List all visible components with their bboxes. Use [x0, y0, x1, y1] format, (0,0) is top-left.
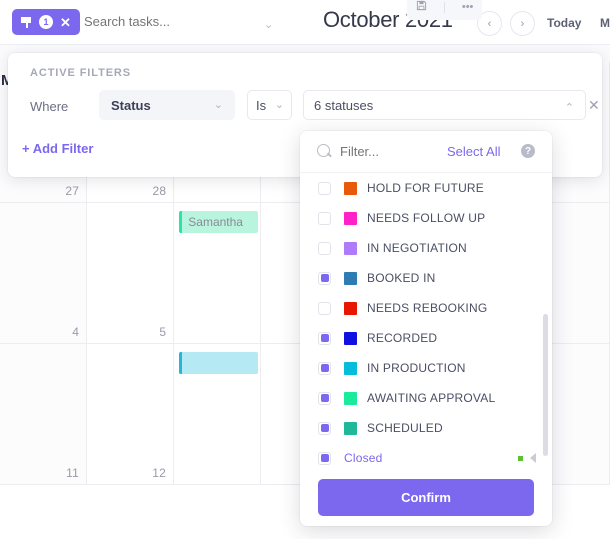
dropdown-filter-input[interactable] [338, 143, 442, 160]
status-options-dropdown: Select All ? HOLD FOR FUTURE NEEDS FOLLOW… [300, 131, 552, 526]
view-month-button[interactable]: M [600, 16, 610, 30]
status-color-swatch [344, 332, 357, 345]
filter-operator-value: Is [256, 98, 266, 113]
funnel-icon [21, 17, 32, 28]
status-option-label: RECORDED [367, 331, 437, 345]
status-option-checkbox[interactable] [318, 272, 331, 285]
select-all-button[interactable]: Select All [447, 144, 500, 159]
filter-field-value: Status [111, 98, 151, 113]
field-chevron-down-icon: ⌄ [214, 98, 223, 111]
clear-filters-icon[interactable]: ✕ [60, 16, 71, 29]
event-title: Samantha [182, 215, 243, 229]
filter-operator-select[interactable]: Is ⌄ [247, 90, 292, 120]
status-option-row[interactable]: NEEDS REBOOKING [300, 293, 552, 323]
status-color-swatch [344, 212, 357, 225]
calendar-day-number: 4 [72, 325, 79, 339]
status-color-swatch [344, 422, 357, 435]
filter-field-select[interactable]: Status ⌄ [99, 90, 235, 120]
dropdown-scrollbar-thumb[interactable] [543, 314, 548, 456]
calendar-day-cell[interactable]: Samantha [174, 203, 261, 343]
status-option-row[interactable]: BOOKED IN [300, 263, 552, 293]
where-label: Where [30, 99, 68, 114]
calendar-day-cell[interactable]: 12 [87, 344, 174, 484]
calendar-day-number: 5 [159, 325, 166, 339]
filter-toggle-button[interactable]: 1 ✕ [12, 9, 80, 35]
save-icon-svg [416, 0, 427, 11]
calendar-day-cell[interactable] [174, 344, 261, 484]
status-option-checkbox[interactable] [318, 242, 331, 255]
today-button[interactable]: Today [547, 16, 581, 30]
help-icon[interactable]: ? [521, 144, 535, 158]
add-filter-button[interactable]: + Add Filter [22, 141, 93, 156]
filter-count-badge: 1 [39, 15, 53, 29]
calendar-event[interactable]: Samantha [179, 211, 258, 233]
status-option-row[interactable]: NEEDS FOLLOW UP [300, 203, 552, 233]
status-option-row[interactable]: RECORDED [300, 323, 552, 353]
floating-mini-toolbar: ••• [407, 0, 482, 20]
calendar-day-cell[interactable]: 4 [0, 203, 87, 343]
status-color-swatch [344, 362, 357, 375]
top-toolbar: 1 ✕ ⌄ October 2021 ‹ › Today M ••• [0, 0, 610, 45]
status-option-checkbox[interactable] [318, 392, 331, 405]
status-option-row[interactable]: HOLD FOR FUTURE [300, 173, 552, 203]
status-option-row[interactable]: IN NEGOTIATION [300, 233, 552, 263]
status-color-swatch [344, 272, 357, 285]
status-option-checkbox[interactable] [318, 452, 331, 465]
status-option-row[interactable]: Closed [300, 443, 552, 473]
save-icon[interactable] [416, 0, 427, 14]
status-option-row[interactable]: IN PRODUCTION [300, 353, 552, 383]
search-chevron-down-icon[interactable]: ⌄ [264, 18, 273, 31]
next-month-button[interactable]: › [510, 11, 535, 36]
status-option-row[interactable]: AWAITING APPROVAL [300, 383, 552, 413]
status-option-label: IN NEGOTIATION [367, 241, 467, 255]
status-option-checkbox[interactable] [318, 332, 331, 345]
confirm-button[interactable]: Confirm [318, 479, 534, 516]
search-input[interactable] [82, 13, 286, 30]
calendar-day-number: 11 [66, 466, 79, 480]
value-chevron-up-icon: ⌃ [565, 101, 574, 114]
event-color-bar [179, 352, 182, 374]
search-icon [317, 144, 330, 157]
calendar-day-number: 28 [153, 184, 167, 198]
calendar-day-number: 27 [65, 184, 79, 198]
status-option-checkbox[interactable] [318, 362, 331, 375]
status-color-swatch [344, 182, 357, 195]
filter-value-text: 6 statuses [314, 98, 373, 113]
status-option-checkbox[interactable] [318, 182, 331, 195]
filter-value-select[interactable]: 6 statuses ⌃ [303, 90, 586, 120]
closed-status-indicator [518, 456, 523, 461]
status-option-label: SCHEDULED [367, 421, 443, 435]
calendar-day-cell[interactable]: 5 [87, 203, 174, 343]
dropdown-header: Select All ? [300, 131, 552, 173]
collapse-arrow-icon[interactable] [530, 453, 536, 463]
status-option-label: BOOKED IN [367, 271, 435, 285]
status-option-checkbox[interactable] [318, 422, 331, 435]
calendar-day-cell[interactable]: 11 [0, 344, 87, 484]
status-option-label: HOLD FOR FUTURE [367, 181, 484, 195]
calendar-event[interactable] [179, 352, 258, 374]
active-filters-heading: ACTIVE FILTERS [30, 67, 131, 79]
status-color-swatch [344, 302, 357, 315]
status-option-label: NEEDS REBOOKING [367, 301, 487, 315]
status-option-label: NEEDS FOLLOW UP [367, 211, 485, 225]
remove-filter-row-button[interactable]: ✕ [588, 97, 600, 114]
status-option-label: AWAITING APPROVAL [367, 391, 495, 405]
status-option-checkbox[interactable] [318, 212, 331, 225]
toolbar-divider [444, 2, 445, 13]
more-options-icon[interactable]: ••• [462, 1, 474, 13]
status-option-checkbox[interactable] [318, 302, 331, 315]
status-color-swatch [344, 392, 357, 405]
status-option-label: Closed [344, 451, 383, 465]
operator-chevron-down-icon: ⌄ [275, 98, 284, 111]
status-option-row[interactable]: SCHEDULED [300, 413, 552, 443]
status-option-label: IN PRODUCTION [367, 361, 466, 375]
status-option-list[interactable]: HOLD FOR FUTURE NEEDS FOLLOW UP IN NEGOTIA… [300, 173, 552, 480]
calendar-day-number: 12 [152, 466, 166, 480]
status-color-swatch [344, 242, 357, 255]
